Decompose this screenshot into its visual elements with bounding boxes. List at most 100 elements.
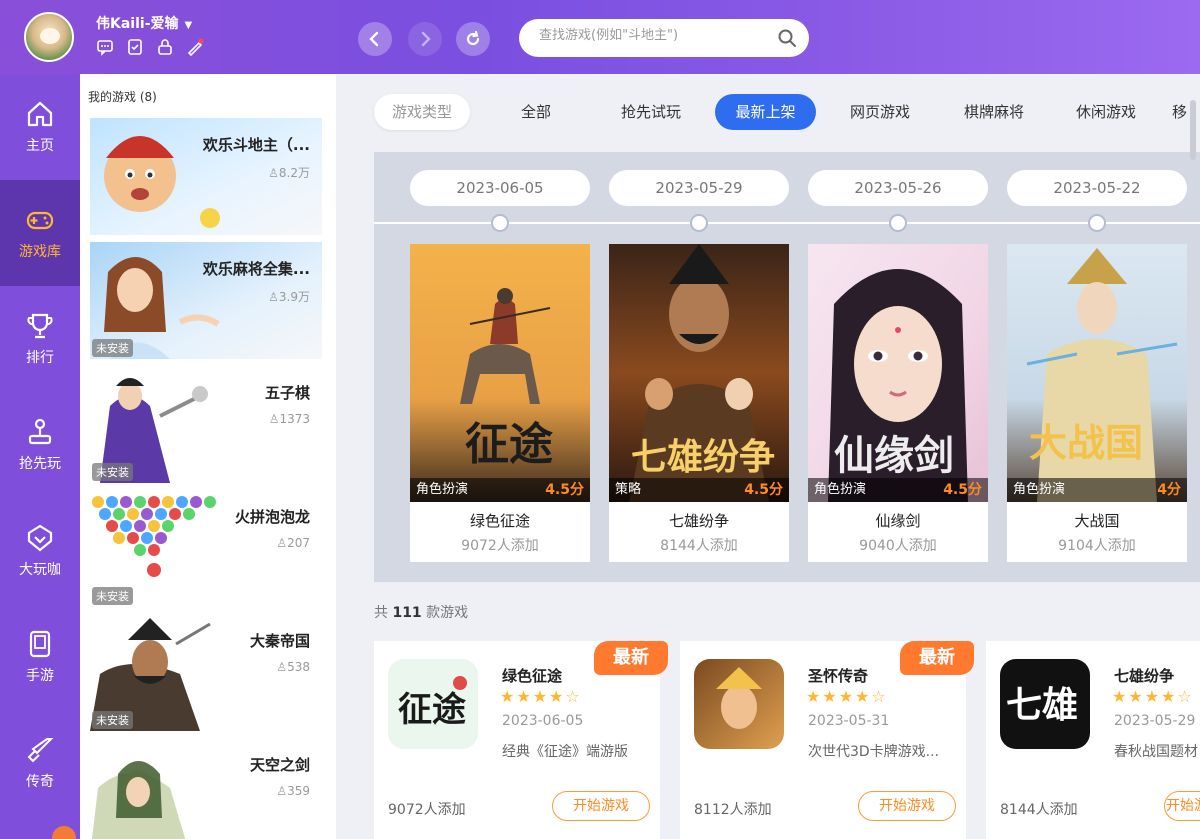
my-game-item[interactable]: 欢乐麻将全集... ♙3.9万 未安装 <box>90 242 322 359</box>
back-button[interactable] <box>358 22 392 56</box>
refresh-icon <box>466 30 480 46</box>
my-game-name: 欢乐斗地主（... <box>202 136 310 154</box>
svg-text:征途: 征途 <box>398 690 466 730</box>
message-icon[interactable] <box>96 38 114 56</box>
release-date: 2023-05-31 <box>808 713 890 729</box>
checkin-icon[interactable] <box>126 38 144 56</box>
username-text: 伟Kaili-爱输 <box>96 16 179 32</box>
sidebar-item-vip[interactable]: 大玩咖 <box>0 498 80 604</box>
my-game-count-value: 538 <box>287 660 310 674</box>
start-game-button[interactable]: 开始游戏 <box>858 791 956 821</box>
sidebar-item-game-library[interactable]: 游戏库 <box>0 180 80 286</box>
sidebar: 主页 游戏库 排行 抢先玩 大玩咖 手游 传奇 <box>0 74 80 839</box>
my-game-count: ♙8.2万 <box>268 166 310 180</box>
my-game-count: ♙359 <box>276 784 310 798</box>
tab-casual-games[interactable]: 休闲游戏 <box>1058 94 1154 130</box>
game-name: 圣怀传奇 <box>808 667 869 685</box>
my-game-name: 五子棋 <box>264 384 310 402</box>
release-date: 2023-06-05 <box>502 713 584 729</box>
game-name: 七雄纷争 <box>668 512 729 530</box>
game-cover-art: 征途 <box>410 244 590 502</box>
timeline-date: 2023-05-29 <box>609 170 789 206</box>
game-name: 大战国 <box>1074 512 1120 530</box>
clock-icon <box>1088 214 1106 232</box>
tab-chess-mahjong[interactable]: 棋牌麻将 <box>946 94 1042 130</box>
rating-stars: ★★★★☆ <box>806 687 888 706</box>
scrollbar[interactable] <box>1190 100 1196 160</box>
joystick-icon <box>28 418 52 445</box>
category-tabs: 游戏类型 全部 抢先试玩 最新上架 网页游戏 棋牌麻将 休闲游戏 移 <box>336 94 1200 134</box>
home-icon <box>27 101 53 127</box>
my-game-item[interactable]: 火拼泡泡龙 ♙207 未安装 <box>90 490 322 607</box>
total-suffix: 款游戏 <box>426 605 469 621</box>
lock-icon[interactable] <box>156 38 174 56</box>
my-game-count: ♙1373 <box>268 412 310 426</box>
my-game-count-value: 207 <box>287 536 310 550</box>
game-add-count: 9072人添加 <box>388 802 466 818</box>
svg-text:七雄纷争: 七雄纷争 <box>631 436 775 478</box>
game-description: 次世代3D卡牌游戏... <box>808 744 940 760</box>
my-game-name: 火拼泡泡龙 <box>234 508 310 526</box>
sidebar-item-legend[interactable]: 传奇 <box>0 710 80 816</box>
sidebar-item-early-access[interactable]: 抢先玩 <box>0 392 80 498</box>
game-list-card[interactable]: 征途 绿色征途 ★★★★☆ 2023-06-05 经典《征途》端游版 最新 90… <box>374 641 668 839</box>
game-icon: 七雄 <box>1000 659 1090 749</box>
new-release-timeline: 2023-06-05 2023-05-29 2023-05-26 2023-05… <box>374 152 1200 582</box>
game-score: 4.5分 <box>744 482 783 498</box>
my-game-item[interactable]: 五子棋 ♙1373 未安装 <box>90 366 322 483</box>
refresh-button[interactable] <box>456 22 490 56</box>
my-game-count-value: 3.9万 <box>278 290 310 304</box>
my-game-item[interactable]: 欢乐斗地主（... ♙8.2万 <box>90 118 322 235</box>
my-games-title: 我的游戏 (8) <box>88 90 157 104</box>
start-game-button[interactable]: 开始游戏 <box>552 791 650 821</box>
game-name: 仙缘剑 <box>875 512 921 530</box>
sidebar-item-rank[interactable]: 排行 <box>0 286 80 392</box>
game-total: 共 111 款游戏 <box>374 602 468 622</box>
start-game-button[interactable]: 开始游戏 <box>1164 791 1200 821</box>
search-input[interactable] <box>539 28 779 43</box>
game-name: 绿色征途 <box>469 512 530 530</box>
game-icon <box>694 659 784 749</box>
tab-newest[interactable]: 最新上架 <box>715 94 816 130</box>
new-game-card[interactable]: 仙缘剑 角色扮演 4.5分 仙缘剑 9040人添加 <box>808 244 988 562</box>
my-game-count: ♙538 <box>276 660 310 674</box>
my-game-count-value: 359 <box>287 784 310 798</box>
game-list-card[interactable]: 圣怀传奇 ★★★★☆ 2023-05-31 次世代3D卡牌游戏... 最新 81… <box>680 641 974 839</box>
game-cover-art: 七雄纷争 <box>609 244 789 502</box>
new-game-card[interactable]: 大战国 角色扮演 4分 大战国 9104人添加 <box>1007 244 1187 562</box>
game-name: 绿色征途 <box>502 667 563 685</box>
game-list-card[interactable]: 七雄 七雄纷争 ★★★★☆ 2023-05-29 春秋战国题材 8144人添加 … <box>986 641 1200 839</box>
tab-early-trial[interactable]: 抢先试玩 <box>604 94 698 130</box>
tab-all[interactable]: 全部 <box>498 94 574 130</box>
main-content: 游戏类型 全部 抢先试玩 最新上架 网页游戏 棋牌麻将 休闲游戏 移 2023-… <box>336 74 1200 839</box>
chevron-down-icon: ▼ <box>184 20 193 31</box>
sidebar-item-mobile[interactable]: 手游 <box>0 604 80 710</box>
sidebar-item-home[interactable]: 主页 <box>0 74 80 180</box>
my-game-item[interactable]: 天空之剑 ♙359 <box>90 738 322 839</box>
chevron-right-icon <box>421 31 431 47</box>
edit-icon[interactable] <box>186 38 204 57</box>
search-icon[interactable] <box>777 28 797 48</box>
tab-web-games[interactable]: 网页游戏 <box>832 94 928 130</box>
sidebar-item-label: 排行 <box>26 350 54 366</box>
avatar[interactable] <box>24 12 74 62</box>
forward-button[interactable] <box>408 22 442 56</box>
game-name: 七雄纷争 <box>1114 667 1175 685</box>
not-installed-badge: 未安装 <box>92 463 133 481</box>
avatar-face <box>40 28 60 44</box>
game-cover-art: 大战国 <box>1007 244 1187 502</box>
search-box[interactable] <box>519 19 809 57</box>
username-menu[interactable]: 伟Kaili-爱输 ▼ <box>96 13 192 33</box>
new-game-card[interactable]: 征途 角色扮演 4.5分 绿色征途 9072人添加 <box>410 244 590 562</box>
game-add-count: 9104人添加 <box>1058 538 1136 554</box>
rating-stars: ★★★★☆ <box>1112 687 1194 706</box>
not-installed-badge: 未安装 <box>92 587 133 605</box>
new-game-card[interactable]: 七雄纷争 策略 4.5分 七雄纷争 8144人添加 <box>609 244 789 562</box>
game-add-count: 8144人添加 <box>660 538 738 554</box>
timeline-date: 2023-05-26 <box>808 170 988 206</box>
game-description: 春秋战国题材 <box>1114 744 1198 760</box>
clock-icon <box>491 214 509 232</box>
my-game-count: ♙3.9万 <box>268 290 310 304</box>
tab-game-type[interactable]: 游戏类型 <box>374 94 470 130</box>
my-game-item[interactable]: 大秦帝国 ♙538 未安装 <box>90 614 322 731</box>
